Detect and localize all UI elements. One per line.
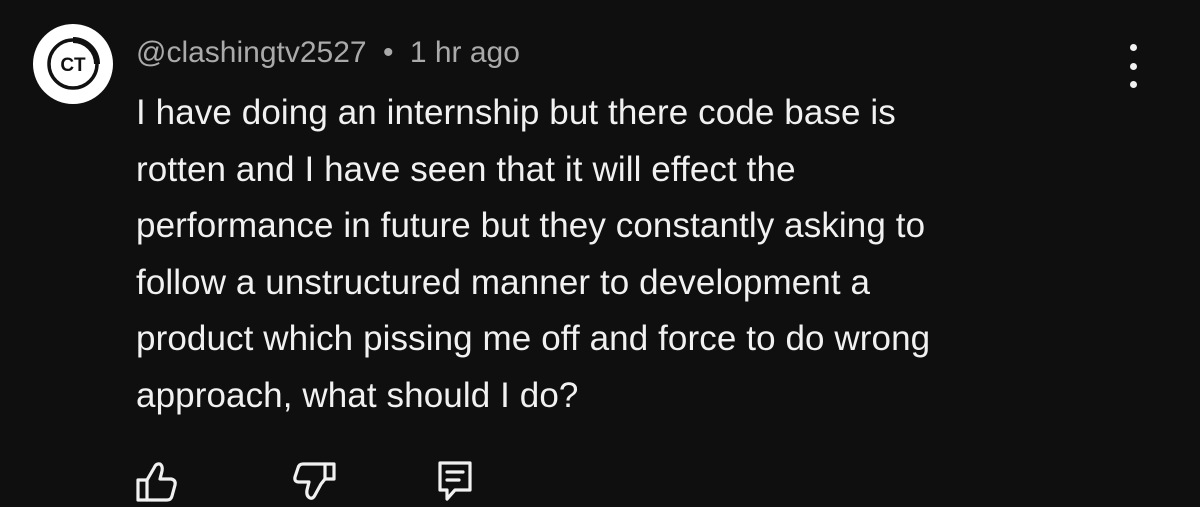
comment-header: @clashingtv2527 • 1 hr ago — [136, 33, 520, 73]
comment-body-line: follow a unstructured manner to developm… — [136, 262, 871, 302]
more-actions-button[interactable] — [1113, 44, 1153, 88]
comment-timestamp[interactable]: 1 hr ago — [410, 36, 520, 69]
thumbs-down-icon — [293, 462, 336, 500]
meta-separator: • — [382, 36, 394, 69]
avatar[interactable]: CT — [33, 24, 113, 104]
comment-body-line: performance in future but they constantl… — [136, 206, 926, 245]
comment-body-line: rotten and I have seen that it will effe… — [136, 149, 796, 189]
avatar-initials: CT — [60, 55, 86, 76]
thumbs-up-icon — [136, 462, 177, 502]
comment-thread: CT @clashingtv2527 • 1 hr ago I have doi… — [0, 0, 1200, 507]
like-button[interactable] — [134, 458, 178, 502]
comment-body-line: I have doing an internship but there cod… — [136, 93, 896, 132]
dislike-button[interactable] — [291, 458, 336, 502]
channel-logo-icon: CT — [47, 37, 100, 90]
more-vertical-icon — [1129, 44, 1137, 51]
reply-button[interactable] — [435, 458, 479, 502]
comment-author[interactable]: @clashingtv2527 — [136, 36, 367, 69]
comment-body-line: product which pissing me off and force t… — [136, 319, 931, 358]
reply-comment-icon — [438, 461, 472, 501]
comment-body: I have doing an internship but there cod… — [136, 85, 1136, 424]
comment-body-line: approach, what should I do? — [136, 375, 579, 415]
